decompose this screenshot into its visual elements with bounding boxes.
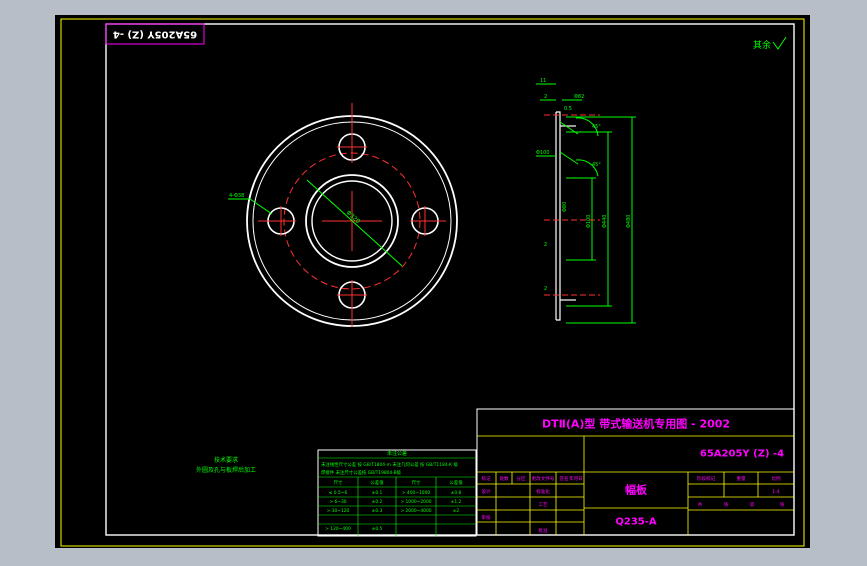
side-dim-3: Φ82	[574, 94, 584, 100]
rev-header-4: 签名	[559, 475, 568, 482]
tech-note-body: 外圆及孔与板焊后加工	[196, 466, 256, 474]
scale-header: 比例	[771, 475, 781, 482]
side-dim-4: 45°	[592, 124, 601, 130]
tolerance-cell: ≤ 0.5~6	[329, 490, 348, 496]
scale-value: 1:4	[772, 489, 779, 495]
cad-viewport: 65A205Y (Z) -4 其余 Φ320 4-Φ38 11 2 0.5 Φ8…	[0, 0, 867, 562]
sheet-3: 张	[780, 501, 785, 508]
roughness-note-text: 其余	[753, 39, 771, 51]
tolerance-note-1: 未注线性尺寸公差 按 GB/T1804-m 未注几何公差 按 GB/T1184-…	[321, 461, 458, 468]
tolerance-cell: ±0.3	[372, 508, 383, 514]
tol-header-0: 尺寸	[334, 479, 343, 486]
tolerance-cell: ±1.2	[451, 499, 462, 505]
side-dim-5: 45°	[592, 162, 601, 168]
revision-stamp-text: 65A205Y (Z) -4	[113, 29, 197, 40]
side-dim-9: Φ80	[562, 202, 568, 212]
rev-header-1: 处数	[499, 475, 509, 482]
rev-header-5: 年月日	[569, 475, 583, 482]
tolerance-note-2: 焊接件 未注尺寸公差按 GB/T19804-B级	[321, 469, 402, 476]
tol-header-2: 尺寸	[412, 479, 421, 486]
tolerance-cell: > 400~1000	[402, 490, 431, 496]
tolerance-cell: > 120~400	[325, 526, 351, 532]
tol-header-1: 公差值	[370, 479, 384, 486]
side-dim-1: 2	[544, 94, 547, 100]
part-name: 幅板	[625, 483, 648, 497]
side-dim-2: 0.5	[564, 106, 572, 112]
tolerance-cell: > 6~30	[329, 499, 346, 505]
side-dim-6: Φ100	[536, 150, 549, 156]
sheet-2: 第	[750, 501, 755, 508]
tolerance-cell: ±0.2	[372, 499, 383, 505]
weight-header: 重量	[736, 475, 746, 482]
hole-callout-text: 4-Φ38	[229, 193, 244, 199]
title-block-header: DTⅡ(A)型 带式输送机专用图 - 2002	[542, 417, 730, 431]
side-dim-8: 2	[544, 286, 547, 292]
tolerance-cell: > 2000~4000	[400, 508, 431, 514]
role-2: 审核	[481, 514, 491, 521]
tolerance-cell: ±0.1	[372, 490, 383, 496]
role-1: 标准化	[536, 488, 550, 495]
tolerance-title: 未注公差	[387, 450, 407, 457]
side-dim-11: Φ440	[602, 215, 608, 228]
tech-note-title: 技术要求	[214, 456, 238, 464]
tolerance-cell: ±0.5	[372, 526, 383, 532]
stage-header: 阶段标记	[697, 475, 716, 482]
side-dim-12: Φ480	[626, 215, 632, 228]
role-4: 批准	[538, 527, 548, 534]
rev-header-3: 更改文件号	[532, 475, 555, 482]
role-0: 设计	[481, 488, 491, 495]
tolerance-cell: > 30~120	[327, 508, 350, 514]
role-3: 工艺	[538, 502, 548, 508]
side-dim-0: 11	[540, 78, 546, 84]
material: Q235-A	[615, 517, 657, 528]
tol-header-3: 公差值	[449, 479, 463, 486]
tolerance-cell: > 1000~2000	[400, 499, 431, 505]
tolerance-cell: ±2	[453, 508, 460, 514]
side-dim-7: 2	[544, 242, 547, 248]
tolerance-cell: ±0.8	[451, 490, 462, 496]
sheet-1: 张	[724, 501, 729, 508]
side-dim-10: Φ100	[586, 215, 592, 228]
model-space-background	[55, 15, 810, 548]
sheet-0: 共	[698, 501, 703, 508]
rev-header-2: 分区	[516, 475, 526, 482]
drawing-number: 65A205Y (Z) -4	[700, 449, 784, 460]
rev-header-0: 标记	[481, 475, 491, 482]
drawing-canvas: 65A205Y (Z) -4 其余 Φ320 4-Φ38 11 2 0.5 Φ8…	[55, 15, 810, 548]
